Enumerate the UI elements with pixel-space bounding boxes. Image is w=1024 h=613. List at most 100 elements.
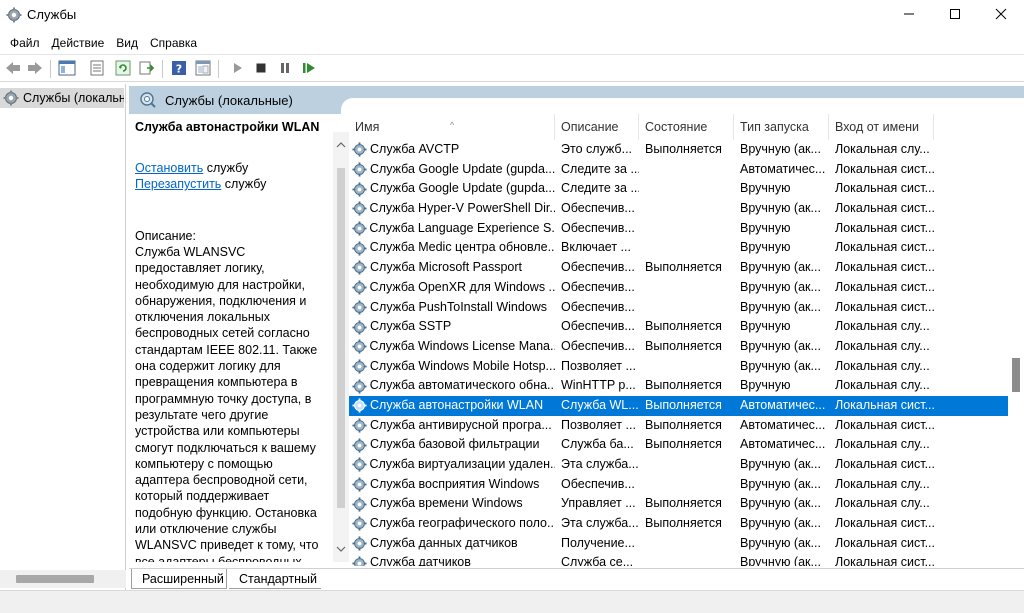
service-gear-icon (352, 142, 370, 157)
service-name: Служба автонастройки WLAN (370, 397, 544, 412)
service-description-cell: Позволяет ... (561, 358, 636, 373)
table-row[interactable]: Служба Windows Mobile Hotsp... Позволяет … (349, 357, 1024, 377)
scrollbar-thumb[interactable] (16, 575, 94, 583)
table-row[interactable]: Служба данных датчиков Получение... Вручну… (349, 534, 1024, 554)
menu-file[interactable]: Файл (4, 32, 46, 54)
service-startup-type-cell: Вручную (740, 319, 791, 334)
column-header-log-on-as[interactable]: Вход от имени (829, 114, 934, 140)
service-gear-icon (352, 339, 369, 354)
service-name-cell: Служба данных датчиков (349, 534, 555, 554)
export-button[interactable] (136, 58, 158, 80)
refresh-button[interactable] (112, 58, 134, 80)
pane-title: Службы (локальные) (165, 92, 293, 108)
table-row[interactable]: Служба SSTP Обеспечив... Выполняется Вручну… (349, 317, 1024, 337)
table-row[interactable]: Служба Language Experience S... Обеспечив… (349, 219, 1024, 239)
menu-view[interactable]: Вид (110, 32, 144, 54)
table-row[interactable]: Служба восприятия Windows Обеспечив... Вру… (349, 475, 1024, 495)
close-button[interactable] (978, 0, 1024, 30)
view-button[interactable] (192, 58, 214, 80)
scrollbar-thumb[interactable] (1012, 358, 1020, 392)
search-gear-icon (139, 91, 157, 109)
stop-service-button[interactable] (250, 58, 272, 80)
toolbar-separator (218, 60, 219, 78)
description-text: Служба WLANSVC предоставляет логику, нео… (135, 245, 319, 562)
table-row[interactable]: Служба автонастройки WLAN Служба WL... Вып… (349, 395, 1024, 416)
minimize-button[interactable] (886, 0, 932, 30)
menu-help[interactable]: Справка (144, 32, 203, 54)
service-startup-type-cell: Вручную (ак... (740, 201, 821, 216)
table-row[interactable]: Служба Google Update (gupda... Следите за… (349, 179, 1024, 199)
service-name: Служба SSTP (370, 319, 452, 334)
tree-item-services-local[interactable]: Службы (локальн (0, 88, 124, 108)
service-startup-type-cell: Автоматичес... (740, 161, 826, 176)
column-header-startup-type[interactable]: Тип запуска (734, 114, 829, 140)
restart-service-button[interactable] (298, 58, 320, 80)
table-row[interactable]: Служба Medic центра обновле... Включает .… (349, 238, 1024, 258)
table-row[interactable]: Служба географического поло... Эта служба… (349, 514, 1024, 534)
service-name: Служба AVCTP (370, 142, 460, 156)
tab-standard[interactable]: Стандартный (229, 569, 321, 589)
tree-horizontal-scrollbar[interactable] (0, 570, 126, 588)
back-button[interactable] (2, 58, 24, 80)
start-service-button[interactable] (226, 58, 248, 80)
table-row[interactable]: Служба Hyper-V PowerShell Dir... Обеспечи… (349, 199, 1024, 219)
column-header-description[interactable]: Описание (555, 114, 639, 140)
service-log-on-as-cell: Локальная сист... (835, 279, 934, 294)
tree-item-label: Службы (локальн (23, 91, 124, 105)
service-startup-type-cell: Вручную (ак... (740, 555, 821, 566)
column-header-name[interactable]: Имя ^ (349, 114, 555, 140)
menu-bar: Файл Действие Вид Справка (0, 32, 1024, 54)
service-status-cell: Выполняется (645, 516, 722, 531)
svg-text:?: ? (176, 62, 182, 75)
table-row[interactable]: Служба базовой фильтрации Служба ба... Вып… (349, 435, 1024, 455)
service-name: Служба виртуализации удален... (369, 457, 555, 471)
table-row[interactable]: Служба виртуализации удален... Эта служба… (349, 455, 1024, 475)
chevron-up-icon[interactable] (336, 138, 346, 152)
chevron-down-icon[interactable] (336, 542, 346, 556)
service-name-cell: Служба PushToInstall Windows (349, 298, 555, 318)
service-status-cell (639, 278, 734, 298)
table-row[interactable]: Служба времени Windows Управляет ... Выпол… (349, 494, 1024, 514)
service-startup-type-cell: Вручную (ак... (740, 535, 821, 550)
stop-icon (255, 62, 267, 77)
maximize-button[interactable] (932, 0, 978, 30)
table-row[interactable]: Служба Microsoft Passport Обеспечив... Вып… (349, 258, 1024, 278)
service-log-on-as-cell: Локальная сист... (835, 516, 934, 531)
service-description-cell: Обеспечив... (561, 338, 635, 353)
pause-service-button[interactable] (274, 58, 296, 80)
view-icon (195, 60, 211, 79)
restart-link-row: Перезапустить службу (135, 176, 349, 192)
restart-service-link[interactable]: Перезапустить (135, 177, 221, 191)
console-tree-icon (58, 60, 76, 79)
service-description-panel: Служба автонастройки WLAN Остановить слу… (129, 114, 349, 562)
properties-button[interactable] (86, 58, 108, 80)
table-scrollbar[interactable] (1008, 140, 1024, 566)
scrollbar-thumb[interactable] (337, 168, 345, 508)
forward-button[interactable] (24, 58, 46, 80)
column-header-status[interactable]: Состояние (639, 114, 734, 140)
table-row[interactable]: Служба AVCTP Это служб... Выполняется Вручн… (349, 140, 1024, 160)
service-gear-icon (352, 556, 370, 566)
service-status-cell: Выполняется (645, 437, 722, 452)
toolbar: ? (0, 54, 1024, 82)
tab-extended[interactable]: Расширенный (131, 569, 227, 589)
table-row[interactable]: Служба автоматического обна... WinHTTP р.… (349, 376, 1024, 396)
service-name: Служба OpenXR для Windows ... (369, 279, 555, 294)
service-gear-icon (352, 201, 370, 216)
table-row[interactable]: Служба Windows License Mana... Обеспечив.… (349, 337, 1024, 357)
service-status-cell: Выполняется (645, 397, 722, 412)
service-status-cell (639, 357, 734, 377)
menu-action[interactable]: Действие (46, 32, 111, 54)
help-button[interactable]: ? (168, 58, 190, 80)
table-row[interactable]: Служба датчиков Служба се... Вручную (ак..… (349, 553, 1024, 566)
console-tree-button[interactable] (56, 58, 78, 80)
stop-service-link[interactable]: Остановить (135, 161, 203, 175)
table-row[interactable]: Служба OpenXR для Windows ... Обеспечив..… (349, 278, 1024, 298)
table-row[interactable]: Служба антивирусной програ... Позволяет .… (349, 416, 1024, 436)
table-row[interactable]: Служба Google Update (gupda... Следите за… (349, 160, 1024, 180)
table-row[interactable]: Служба PushToInstall Windows Обеспечив...… (349, 298, 1024, 318)
service-status-cell (639, 455, 734, 475)
gear-icon (6, 7, 22, 23)
properties-icon (89, 60, 105, 79)
description-scrollbar[interactable] (333, 132, 349, 562)
